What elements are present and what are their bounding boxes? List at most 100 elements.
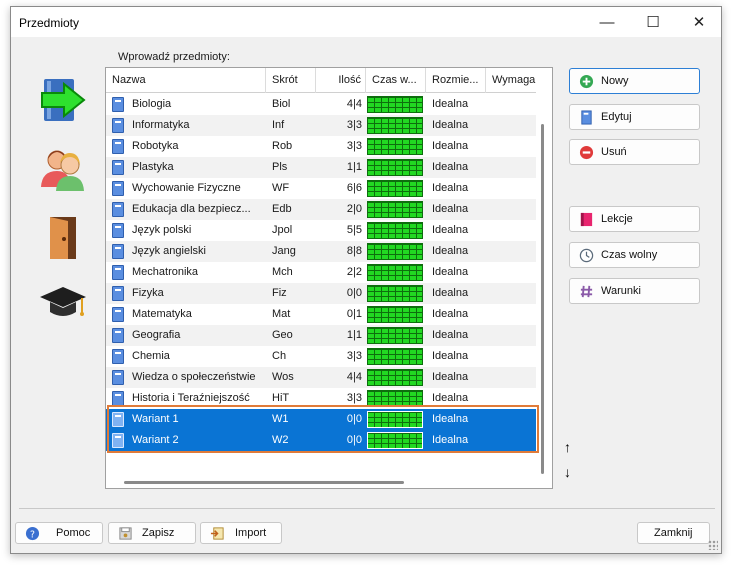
subject-short: Edb [272, 203, 292, 215]
subjects-arrow-icon[interactable] [38, 75, 88, 125]
subject-count: 3|3 [346, 119, 362, 131]
subject-count: 6|6 [346, 182, 362, 194]
help-button[interactable]: ? Pomoc [15, 522, 103, 544]
subject-size: Idealna [432, 434, 469, 446]
list-label: Wprowadź przedmioty: [118, 51, 230, 63]
book-icon [581, 110, 592, 125]
subject-short: Geo [272, 329, 293, 341]
lessons-button[interactable]: Lekcje [569, 206, 700, 232]
vertical-scroll-thumb[interactable] [541, 124, 544, 474]
help-button-label: Pomoc [56, 527, 91, 539]
subject-book-icon [112, 223, 124, 238]
subject-name: Plastyka [132, 161, 174, 173]
clock-icon [579, 248, 594, 263]
horizontal-scrollbar[interactable] [106, 478, 536, 486]
time-availability-bar [367, 117, 423, 134]
time-availability-bar [367, 327, 423, 344]
subject-book-icon [112, 181, 124, 196]
time-availability-bar [367, 348, 423, 365]
classroom-door-icon[interactable] [38, 213, 88, 263]
subject-count: 8|8 [346, 245, 362, 257]
table-row[interactable]: Chemia Ch 3|3 Idealna [106, 346, 536, 367]
edit-button[interactable]: Edytuj [569, 104, 700, 130]
table-row[interactable]: Wariant 2 W2 0|0 Idealna [106, 430, 536, 451]
subject-name: Język angielski [132, 245, 206, 257]
subject-count: 4|4 [346, 371, 362, 383]
table-row[interactable]: Plastyka Pls 1|1 Idealna [106, 157, 536, 178]
subject-size: Idealna [432, 371, 469, 383]
subject-book-icon [112, 202, 124, 217]
minimize-button[interactable]: — [584, 7, 630, 37]
subject-book-icon [112, 97, 124, 112]
free-time-button[interactable]: Czas wolny [569, 242, 700, 268]
table-row[interactable]: Wariant 1 W1 0|0 Idealna [106, 409, 536, 430]
subject-count: 3|3 [346, 392, 362, 404]
subject-size: Idealna [432, 161, 469, 173]
subject-size: Idealna [432, 203, 469, 215]
close-window-button[interactable]: ✕ [676, 7, 722, 37]
time-availability-bar [367, 222, 423, 239]
table-row[interactable]: Mechatronika Mch 2|2 Idealna [106, 262, 536, 283]
import-button[interactable]: Import [200, 522, 282, 544]
table-row[interactable]: Informatyka Inf 3|3 Idealna [106, 115, 536, 136]
save-button[interactable]: Zapisz [108, 522, 196, 544]
time-availability-bar [367, 243, 423, 260]
subject-book-icon [112, 244, 124, 259]
left-icon-panel [11, 37, 106, 337]
table-row[interactable]: Język angielski Jang 8|8 Idealna [106, 241, 536, 262]
column-header-time[interactable]: Czas w... [366, 68, 426, 93]
subject-size: Idealna [432, 98, 469, 110]
subject-count: 0|0 [346, 413, 362, 425]
subject-name: Historia i Teraźniejszość [132, 392, 250, 404]
subject-count: 3|3 [346, 350, 362, 362]
resize-grip[interactable] [708, 540, 718, 550]
column-header-size[interactable]: Rozmie... [426, 68, 486, 93]
conditions-button-label: Warunki [601, 285, 641, 297]
graduation-cap-icon[interactable] [38, 277, 88, 327]
table-row[interactable]: Wiedza o społeczeństwie Wos 4|4 Idealna [106, 367, 536, 388]
table-row[interactable]: Język polski Jpol 5|5 Idealna [106, 220, 536, 241]
subject-name: Biologia [132, 98, 172, 110]
close-button[interactable]: Zamknij [637, 522, 710, 544]
time-availability-bar [367, 159, 423, 176]
subject-book-icon [112, 139, 124, 154]
subject-short: Mat [272, 308, 291, 320]
time-availability-bar [367, 432, 423, 449]
subjects-table: Nazwa Skrót Ilość Czas w... Rozmie... Wy… [105, 67, 553, 489]
column-header-short[interactable]: Skrót [266, 68, 316, 93]
column-header-count[interactable]: Ilość [316, 68, 366, 93]
subject-short: HiT [272, 392, 290, 404]
table-row[interactable]: Historia i Teraźniejszość HiT 3|3 Idealna [106, 388, 536, 409]
subject-book-icon [112, 391, 124, 406]
table-row[interactable]: Edukacja dla bezpiecz... Edb 2|0 Idealna [106, 199, 536, 220]
subject-name: Informatyka [132, 119, 190, 131]
table-row[interactable]: Wychowanie Fizyczne WF 6|6 Idealna [106, 178, 536, 199]
subject-name: Mechatronika [132, 266, 199, 278]
subject-short: Rob [272, 140, 293, 152]
table-row[interactable]: Matematyka Mat 0|1 Idealna [106, 304, 536, 325]
vertical-scrollbar[interactable] [537, 94, 551, 486]
conditions-button[interactable]: Warunki [569, 278, 700, 304]
subject-short: Jang [272, 245, 296, 257]
column-header-name[interactable]: Nazwa [106, 68, 266, 93]
horizontal-scroll-thumb[interactable] [124, 481, 404, 484]
new-button[interactable]: Nowy [569, 68, 700, 94]
column-header-requires[interactable]: Wymaga [486, 68, 536, 93]
table-row[interactable]: Robotyka Rob 3|3 Idealna [106, 136, 536, 157]
table-row[interactable]: Fizyka Fiz 0|0 Idealna [106, 283, 536, 304]
maximize-button[interactable]: ☐ [630, 7, 676, 37]
move-up-arrow-icon[interactable]: ↑ [564, 439, 571, 455]
footer-separator [19, 508, 715, 509]
subject-size: Idealna [432, 392, 469, 404]
table-row[interactable]: Geografia Geo 1|1 Idealna [106, 325, 536, 346]
subject-book-icon [112, 412, 124, 427]
subject-name: Edukacja dla bezpiecz... [132, 203, 251, 215]
subject-short: Inf [272, 119, 285, 131]
teachers-icon[interactable] [38, 145, 88, 195]
table-row[interactable]: Biologia Biol 4|4 Idealna [106, 94, 536, 115]
delete-button[interactable]: Usuń [569, 139, 700, 165]
subject-book-icon [112, 286, 124, 301]
move-down-arrow-icon[interactable]: ↓ [564, 464, 571, 480]
subject-name: Matematyka [132, 308, 192, 320]
subject-book-icon [112, 160, 124, 175]
